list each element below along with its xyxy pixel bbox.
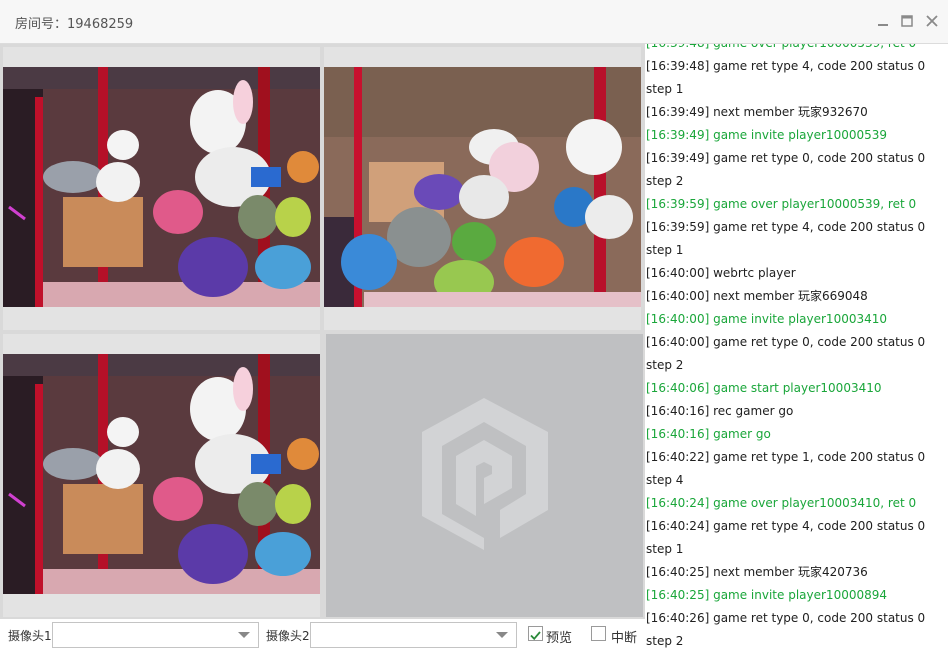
log-line: [16:40:00] game ret type 0, code 200 sta… xyxy=(646,335,926,349)
video-cell-2[interactable] xyxy=(324,47,641,330)
log-line: [16:40:00] next member 玩家669048 xyxy=(646,289,868,303)
log-line: step 2 xyxy=(646,634,684,648)
log-line: [16:40:25] next member 玩家420736 xyxy=(646,565,868,579)
log-line: [16:40:00] webrtc player xyxy=(646,266,796,280)
video-cell-1[interactable] xyxy=(3,47,320,330)
log-line: step 1 xyxy=(646,542,684,556)
window-title: 房间号：19468259 xyxy=(15,17,134,32)
log-line: [16:40:06] game start player10003410 xyxy=(646,381,882,395)
checkmark-icon xyxy=(530,631,541,641)
camera1-select[interactable] xyxy=(52,622,259,648)
log-line: [16:40:25] game invite player10000894 xyxy=(646,588,888,602)
log-line: step 1 xyxy=(646,82,684,96)
log-line: [16:40:16] gamer go xyxy=(646,427,771,441)
interrupt-checkbox[interactable] xyxy=(591,626,606,641)
claw-machine-video-1 xyxy=(3,67,320,307)
log-line: step 2 xyxy=(646,174,684,188)
log-line: [16:39:49] game invite player10000539 xyxy=(646,128,888,142)
camera2-label: 摄像头2 xyxy=(266,629,310,643)
log-line: [16:39:59] game ret type 4, code 200 sta… xyxy=(646,220,926,234)
log-line: step 1 xyxy=(646,243,684,257)
claw-machine-video-3 xyxy=(3,354,320,594)
preview-checkbox[interactable] xyxy=(528,626,543,641)
camera1-label: 摄像头1 xyxy=(8,629,52,643)
log-line: [16:40:26] game ret type 0, code 200 sta… xyxy=(646,611,926,625)
log-panel[interactable]: [16:39:48] game over player10000539, ret… xyxy=(645,44,948,650)
chevron-down-icon xyxy=(496,632,508,638)
close-icon[interactable] xyxy=(923,12,941,30)
claw-machine-video-2 xyxy=(324,67,641,307)
log-line: [16:40:22] game ret type 1, code 200 sta… xyxy=(646,450,926,464)
chevron-down-icon xyxy=(238,632,250,638)
video-grid xyxy=(0,44,645,619)
log-line: [16:40:24] game over player10003410, ret… xyxy=(646,496,917,510)
log-line: [16:40:24] game ret type 4, code 200 sta… xyxy=(646,519,926,533)
video-cell-4-empty[interactable] xyxy=(326,334,643,617)
interrupt-label: 中断 xyxy=(611,631,638,646)
log-line: step 4 xyxy=(646,473,684,487)
log-line: [16:40:16] rec gamer go xyxy=(646,404,794,418)
log-line: [16:39:48] game ret type 4, code 200 sta… xyxy=(646,59,926,73)
maximize-icon[interactable] xyxy=(898,12,916,30)
minimize-icon[interactable] xyxy=(874,12,892,30)
log-line: [16:39:48] game over player10000539, ret… xyxy=(646,44,916,51)
preview-label: 预览 xyxy=(546,631,573,646)
camera2-select[interactable] xyxy=(310,622,517,648)
log-line: [16:40:00] game invite player10003410 xyxy=(646,312,888,326)
log-line: [16:39:59] game over player10000539, ret… xyxy=(646,197,917,211)
log-line: step 2 xyxy=(646,358,684,372)
camera-toolbar: 摄像头1 摄像头2 预览 中断 xyxy=(0,619,645,650)
log-line: [16:39:49] game ret type 0, code 200 sta… xyxy=(646,151,926,165)
title-bar: 房间号：19468259 xyxy=(0,0,948,44)
log-line: [16:39:49] next member 玩家932670 xyxy=(646,105,868,119)
video-cell-3[interactable] xyxy=(3,334,320,617)
app-logo-icon xyxy=(422,398,548,550)
